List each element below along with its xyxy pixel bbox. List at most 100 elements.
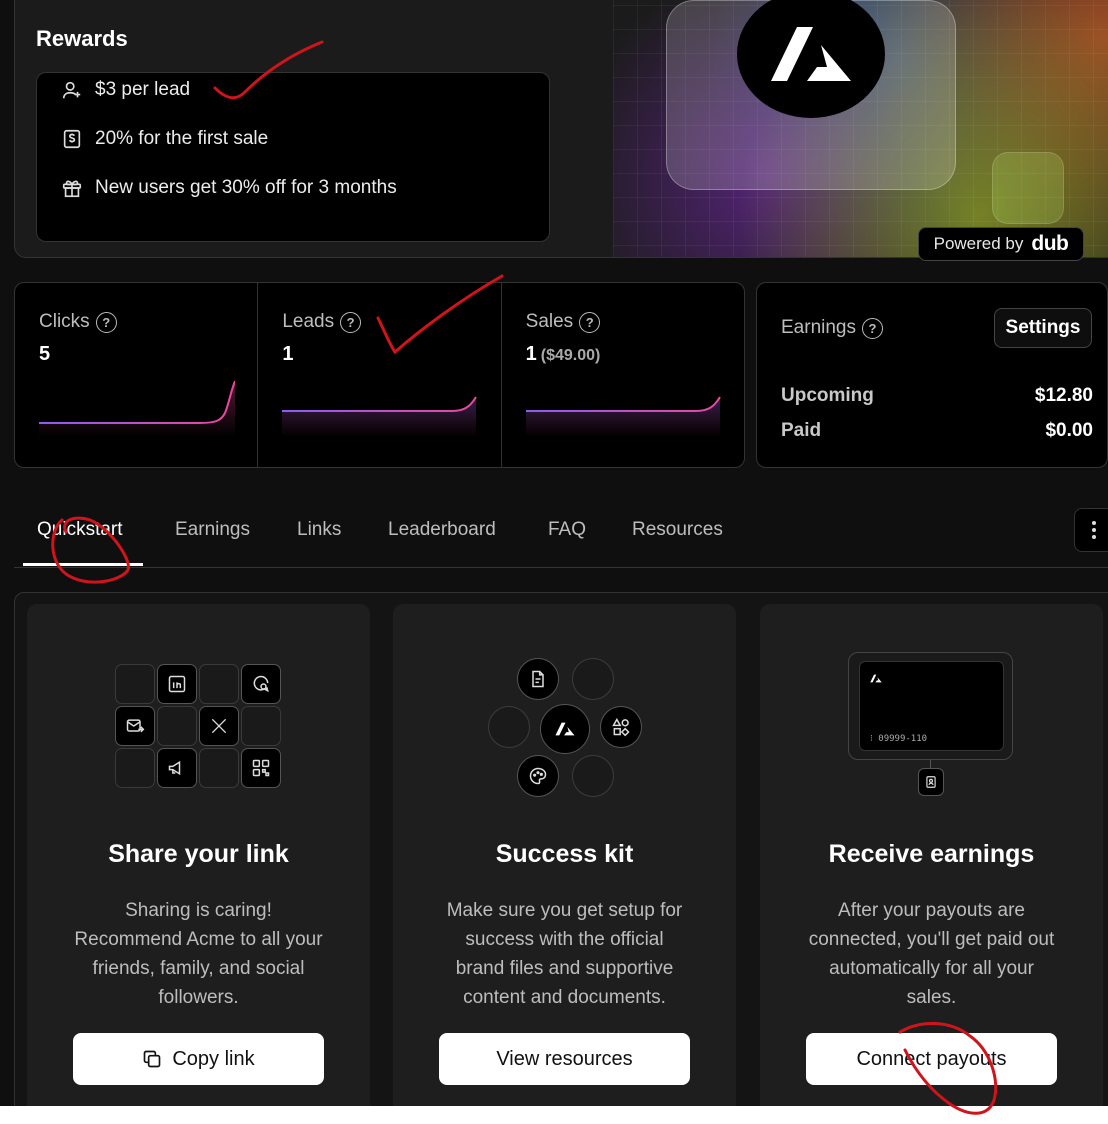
- earnings-label-text: Earnings: [781, 317, 856, 338]
- stat-value-number: 1: [282, 343, 294, 365]
- partner-dashboard: Powered by dub Rewards $3 per lead 20% f…: [0, 0, 1108, 1106]
- earnings-label: Earnings ?: [781, 317, 883, 339]
- stat-leads[interactable]: Leads ? 1: [258, 283, 502, 467]
- upcoming-label: Upcoming: [781, 385, 874, 406]
- connector-line: [930, 760, 931, 768]
- reward-item-lead: $3 per lead: [61, 79, 190, 101]
- stat-label-text: Leads: [282, 311, 335, 332]
- card-description: Make sure you get setup for success with…: [446, 900, 683, 1008]
- reward-text: $3 per lead: [95, 79, 191, 100]
- x-logo-icon: [211, 718, 227, 734]
- linkedin-tile: [157, 664, 197, 704]
- linkedin-icon: [168, 675, 186, 693]
- acme-logo-icon: [870, 674, 882, 683]
- gift-icon: [62, 180, 82, 198]
- stat-label: Clicks ?: [39, 311, 117, 333]
- earnings-panel: Earnings ? Settings Upcoming $12.80 Paid…: [756, 282, 1108, 468]
- tab-bar: Quickstart Earnings Links Leaderboard FA…: [14, 505, 1108, 568]
- qr-tile: [241, 748, 281, 788]
- kit-node: [572, 755, 614, 797]
- sales-sparkline: [525, 396, 721, 437]
- payout-card: ⁝ 09999-110: [859, 661, 1004, 751]
- stat-label-text: Clicks: [39, 311, 90, 332]
- upcoming-value: $12.80: [1034, 385, 1093, 406]
- more-options-button[interactable]: [1074, 508, 1108, 552]
- card-receive-earnings: ⁝ 09999-110 Receive earnings After your …: [760, 604, 1103, 1106]
- grid-tile: [199, 748, 239, 788]
- payout-card-graphic: ⁝ 09999-110: [848, 652, 1013, 760]
- powered-by-label: Powered by: [933, 234, 1024, 253]
- help-icon[interactable]: ?: [862, 317, 883, 339]
- tab-resources[interactable]: Resources: [632, 519, 723, 541]
- mail-tile: [115, 706, 155, 746]
- stat-value: 1 ($49.00): [526, 343, 601, 366]
- message-search-icon: [253, 675, 269, 693]
- reward-text: New users get 30% off for 3 months: [95, 177, 397, 198]
- reward-item-discount: New users get 30% off for 3 months: [61, 177, 397, 199]
- acme-logo-icon: [771, 27, 851, 81]
- help-icon[interactable]: ?: [340, 311, 362, 333]
- grid-tile: [115, 748, 155, 788]
- view-resources-button[interactable]: View resources: [439, 1033, 690, 1085]
- megaphone-icon: [168, 760, 181, 776]
- palette-icon: [529, 767, 547, 785]
- user-plus-icon: [62, 81, 81, 99]
- bank-badge: [918, 768, 944, 796]
- grid-tile: [157, 706, 197, 746]
- tab-faq[interactable]: FAQ: [548, 519, 586, 541]
- tab-leaderboard[interactable]: Leaderboard: [388, 519, 496, 541]
- receipt-dollar-icon: [63, 129, 81, 149]
- copy-link-button[interactable]: Copy link: [73, 1033, 324, 1085]
- card-description: After your payouts are connected, you'll…: [808, 900, 1055, 1008]
- card-success-kit: Success kit Make sure you get setup for …: [393, 604, 736, 1106]
- connect-payouts-button[interactable]: Connect payouts: [806, 1033, 1057, 1085]
- kit-node: [572, 658, 614, 700]
- reward-text: 20% for the first sale: [95, 128, 269, 149]
- stat-value-number: 1: [525, 343, 537, 365]
- qr-code-icon: [252, 759, 270, 777]
- grid-tile: [241, 706, 281, 746]
- card-title: Receive earnings: [828, 840, 1035, 868]
- stat-label: Leads ?: [282, 311, 362, 333]
- card-description: Sharing is caring! Recommend Acme to all…: [74, 900, 323, 1008]
- x-tile: [199, 706, 239, 746]
- stat-value: 5: [39, 343, 50, 366]
- stat-sales[interactable]: Sales ? 1 ($49.00): [502, 283, 744, 467]
- stat-value: 1: [282, 343, 293, 366]
- button-label: Connect payouts: [856, 1047, 1007, 1070]
- mail-forward-icon: [126, 719, 145, 733]
- stats-panel: Clicks ? 5 Leads ? 1 Sales ? 1 ($49.00): [14, 282, 745, 468]
- help-icon[interactable]: ?: [95, 311, 117, 333]
- stat-value-number: 5: [39, 343, 51, 365]
- earnings-upcoming-row: Upcoming $12.80: [781, 385, 1093, 407]
- kit-node: [488, 706, 530, 748]
- stat-label-text: Sales: [525, 311, 574, 332]
- stat-clicks[interactable]: Clicks ? 5: [15, 283, 259, 467]
- card-title: Share your link: [108, 840, 289, 868]
- hero-glass-tile: [992, 152, 1064, 224]
- settings-button[interactable]: Settings: [994, 308, 1092, 348]
- tab-quickstart[interactable]: Quickstart: [37, 519, 123, 541]
- tab-earnings[interactable]: Earnings: [175, 519, 250, 541]
- clicks-sparkline: [39, 380, 235, 437]
- kit-node: [600, 706, 642, 748]
- powered-by-badge[interactable]: Powered by dub: [918, 227, 1084, 261]
- success-kit-graphic: [488, 658, 643, 798]
- help-icon[interactable]: ?: [579, 311, 601, 333]
- stat-label: Sales ?: [526, 311, 601, 333]
- stat-value-amount: ($49.00): [540, 347, 601, 364]
- button-label: View resources: [496, 1047, 633, 1070]
- dub-logo: dub: [1031, 232, 1069, 255]
- card-share-link: Share your link Sharing is caring! Recom…: [27, 604, 370, 1106]
- account-number-text: 09999-110: [878, 734, 928, 744]
- grid-tile: [199, 664, 239, 704]
- shapes-icon: [612, 717, 630, 737]
- paid-value: $0.00: [1045, 420, 1093, 441]
- acme-logo-icon: [555, 722, 575, 736]
- earnings-paid-row: Paid $0.00: [781, 420, 1093, 442]
- tab-links[interactable]: Links: [297, 519, 341, 541]
- leads-sparkline: [282, 396, 478, 437]
- button-label: Copy link: [172, 1047, 255, 1070]
- rewards-title: Rewards: [36, 26, 128, 51]
- kit-node: [517, 755, 559, 797]
